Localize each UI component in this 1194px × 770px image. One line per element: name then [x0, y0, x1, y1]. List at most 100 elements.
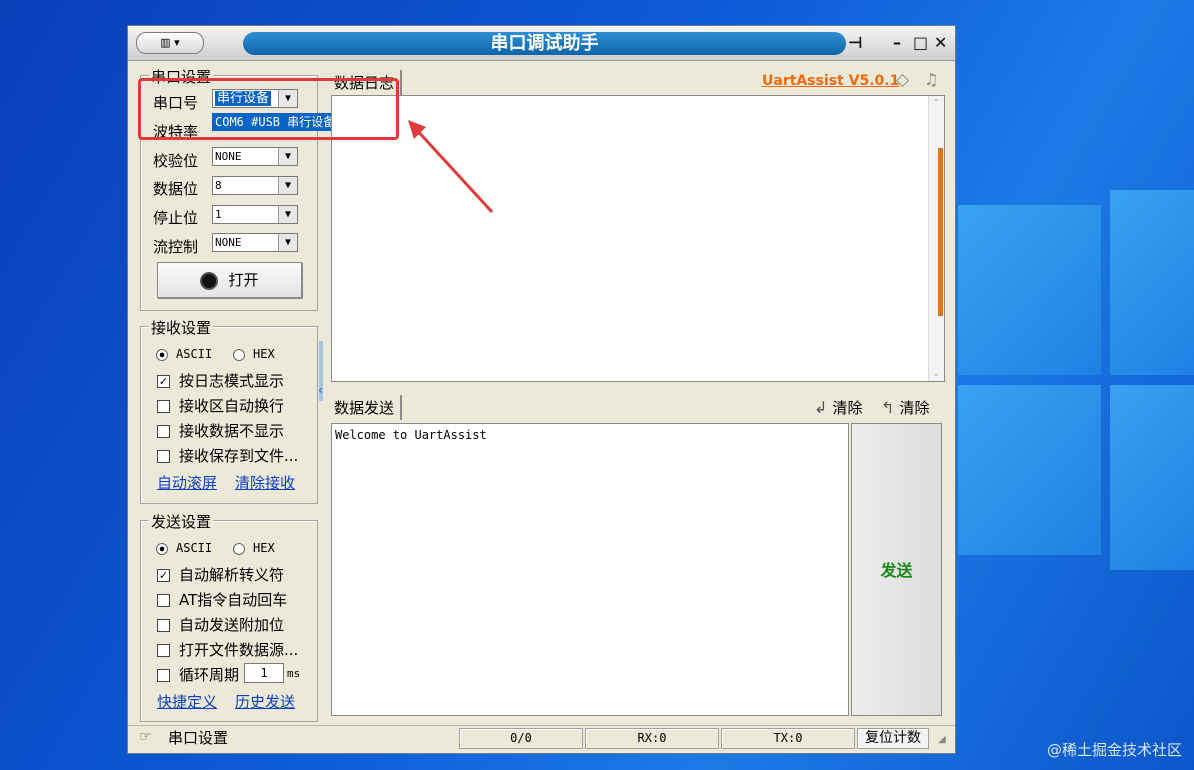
- clear-up-icon: ↰: [881, 398, 900, 417]
- databits-label: 数据位: [153, 180, 199, 198]
- send-hex-label: HEX: [253, 541, 275, 555]
- checkbox-icon: [157, 644, 170, 657]
- diamond-icon[interactable]: ◇: [896, 70, 909, 90]
- checkbox-icon: [157, 669, 170, 682]
- record-icon: [200, 271, 219, 290]
- clear-receive-label: 清除: [899, 399, 930, 417]
- receive-save-file-checkbox[interactable]: 接收保存到文件...: [157, 445, 298, 466]
- version-link[interactable]: UartAssist V5.0.1: [762, 73, 899, 89]
- open-port-label: 打开: [228, 271, 259, 289]
- close-button[interactable]: ✕: [934, 33, 947, 52]
- reset-counter-button[interactable]: 复位计数: [857, 728, 929, 749]
- send-append-checkbox[interactable]: 自动发送附加位: [157, 614, 284, 635]
- receive-option-label: 接收数据不显示: [179, 422, 285, 440]
- radio-icon: [233, 542, 245, 555]
- send-at-cr-checkbox[interactable]: AT指令自动回车: [157, 589, 287, 610]
- send-option-label: 自动解析转义符: [179, 566, 285, 584]
- checkbox-icon: [157, 619, 170, 632]
- clear-receive-button[interactable]: ↰ 清除: [881, 397, 930, 418]
- databits-select[interactable]: 8 ▼: [212, 176, 298, 195]
- checkbox-icon: [157, 425, 170, 438]
- tab-data-send[interactable]: 数据发送: [328, 395, 403, 420]
- cycle-unit: ms: [287, 667, 301, 680]
- receive-option-label: 按日志模式显示: [179, 372, 285, 390]
- send-option-label: 自动发送附加位: [179, 616, 285, 634]
- send-cycle-checkbox[interactable]: 循环周期: [157, 664, 239, 685]
- parity-value: NONE: [215, 150, 242, 163]
- send-text-area[interactable]: Welcome to UartAssist: [331, 423, 849, 716]
- parity-label: 校验位: [153, 152, 199, 170]
- send-ascii-radio[interactable]: ● ASCII: [156, 541, 212, 555]
- desktop-window-logo-top: [958, 205, 1101, 375]
- receive-ascii-radio[interactable]: ● ASCII: [156, 347, 212, 361]
- open-port-button[interactable]: 打开: [157, 262, 302, 298]
- checkbox-icon: [157, 594, 170, 607]
- parity-select[interactable]: NONE ▼: [212, 147, 298, 166]
- send-option-label: 打开文件数据源...: [179, 641, 299, 659]
- minimize-button[interactable]: –: [893, 33, 901, 52]
- scroll-up-icon[interactable]: ⌃: [932, 98, 940, 109]
- clear-receive-link[interactable]: 清除接收: [235, 472, 295, 493]
- clear-arrow-icon: ↲: [814, 398, 833, 417]
- scroll-thumb[interactable]: [938, 148, 943, 316]
- checkmark-icon: ✓: [157, 375, 170, 388]
- chevron-down-icon[interactable]: ▼: [278, 148, 297, 165]
- flow-value: NONE: [215, 236, 242, 249]
- checkbox-icon: [157, 450, 170, 463]
- receive-ascii-label: ASCII: [176, 347, 213, 361]
- radio-selected-icon: ●: [156, 542, 168, 555]
- collapse-arrow-icon[interactable]: ‹: [318, 383, 323, 397]
- maximize-button[interactable]: □: [913, 33, 928, 52]
- app-menu-button[interactable]: ▥ ▾: [136, 32, 204, 54]
- autoscroll-link[interactable]: 自动滚屏: [157, 472, 217, 493]
- send-hex-radio[interactable]: HEX: [233, 541, 275, 555]
- desktop-window-logo-far2: [1110, 385, 1194, 570]
- bell-icon[interactable]: ♫: [924, 70, 938, 89]
- receive-log-mode-checkbox[interactable]: ✓ 按日志模式显示: [157, 370, 284, 391]
- checkmark-icon: ✓: [157, 569, 170, 582]
- checkbox-icon: [157, 400, 170, 413]
- receive-hide-checkbox[interactable]: 接收数据不显示: [157, 420, 284, 441]
- title-bar[interactable]: ▥ ▾ 串口调试助手 ⊣ – □ ✕: [128, 26, 955, 61]
- clear-send-button[interactable]: ↲ 清除: [814, 397, 863, 418]
- send-escape-checkbox[interactable]: ✓ 自动解析转义符: [157, 564, 284, 585]
- receive-hex-label: HEX: [253, 347, 275, 361]
- status-label: 串口设置: [168, 729, 229, 747]
- status-counter: 0/0: [459, 728, 583, 749]
- send-settings-legend: 发送设置: [149, 511, 214, 532]
- stopbits-value: 1: [215, 208, 222, 221]
- radio-selected-icon: ●: [156, 348, 168, 361]
- receive-wrap-checkbox[interactable]: 接收区自动换行: [157, 395, 284, 416]
- databits-value: 8: [215, 179, 222, 192]
- chevron-down-icon[interactable]: ▼: [278, 177, 297, 194]
- receive-hex-radio[interactable]: HEX: [233, 347, 275, 361]
- status-tx: TX:0: [721, 728, 855, 749]
- resize-grip-icon[interactable]: ◢: [938, 734, 946, 745]
- scroll-down-icon[interactable]: ⌄: [932, 368, 940, 379]
- highlight-box: [138, 78, 399, 140]
- desktop-window-logo-left: [958, 385, 1101, 555]
- log-scrollbar[interactable]: ⌃ ⌄: [928, 96, 944, 381]
- chevron-down-icon[interactable]: ▼: [278, 206, 297, 223]
- cycle-input[interactable]: 1: [244, 663, 284, 683]
- stopbits-select[interactable]: 1 ▼: [212, 205, 298, 224]
- receive-option-label: 接收保存到文件...: [179, 447, 299, 465]
- window-title: 串口调试助手: [243, 32, 846, 55]
- hand-icon: ☞: [139, 729, 152, 745]
- watermark: @稀土掘金技术社区: [1046, 741, 1182, 759]
- history-link[interactable]: 历史发送: [235, 691, 295, 712]
- send-button[interactable]: 发送: [851, 423, 942, 716]
- send-ascii-label: ASCII: [176, 541, 213, 555]
- receive-option-label: 接收区自动换行: [179, 397, 285, 415]
- desktop-window-logo-far: [1110, 190, 1194, 375]
- receive-settings-legend: 接收设置: [149, 317, 214, 338]
- radio-icon: [233, 348, 245, 361]
- chevron-down-icon[interactable]: ▼: [278, 234, 297, 251]
- send-file-source-checkbox[interactable]: 打开文件数据源...: [157, 639, 298, 660]
- pin-icon[interactable]: ⊣: [848, 33, 863, 52]
- annotation-arrow-icon: [408, 120, 494, 214]
- clear-send-label: 清除: [832, 399, 863, 417]
- shortcut-link[interactable]: 快捷定义: [157, 691, 217, 712]
- flow-select[interactable]: NONE ▼: [212, 233, 298, 252]
- stopbits-label: 停止位: [153, 209, 199, 227]
